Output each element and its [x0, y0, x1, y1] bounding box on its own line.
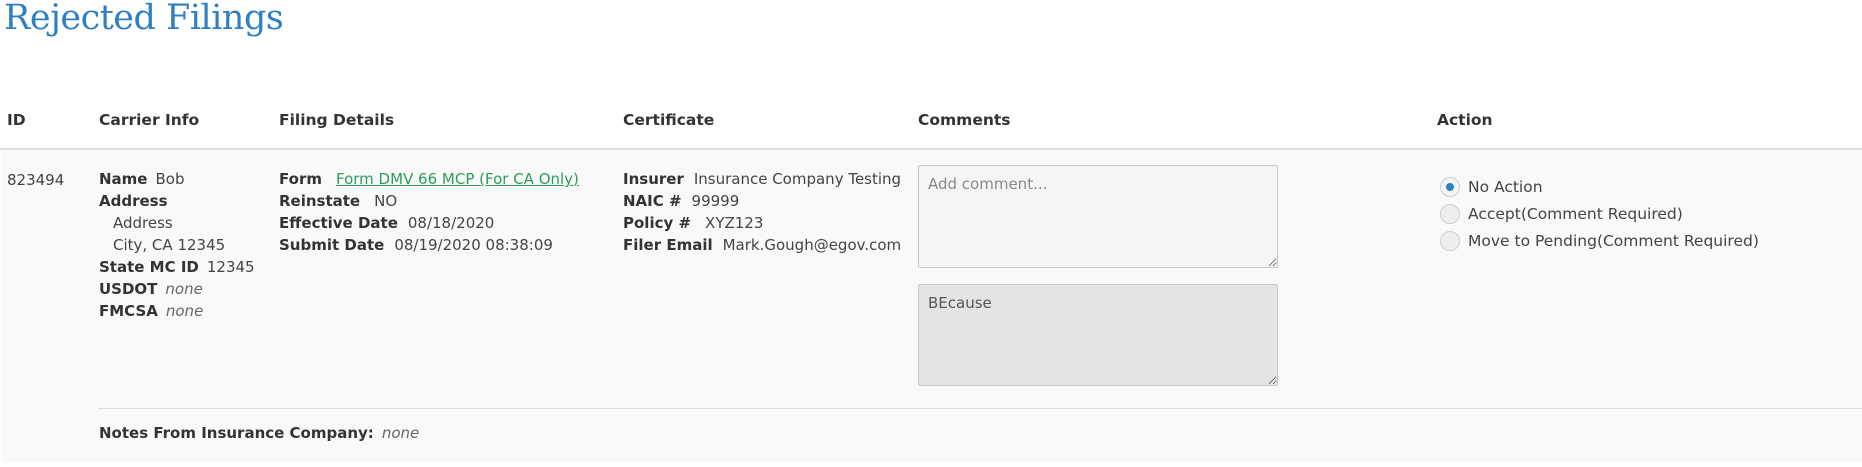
- effective-date-row: Effective Date 08/18/2020: [279, 212, 579, 234]
- action-option-label: Accept(Comment Required): [1468, 205, 1683, 223]
- notes-from-insurance-company: Notes From Insurance Company: none: [99, 422, 419, 444]
- filing-id: 823494: [7, 171, 65, 189]
- action-option-label: No Action: [1468, 178, 1543, 196]
- add-comment-textarea[interactable]: [918, 165, 1278, 268]
- carrier-fmcsa-value: none: [165, 302, 204, 320]
- naic-value: 99999: [691, 192, 740, 210]
- action-option-move-to-pending[interactable]: Move to Pending(Comment Required): [1440, 230, 1759, 252]
- submit-date-label: Submit Date: [279, 236, 385, 254]
- filer-email-label: Filer Email: [623, 236, 713, 254]
- action-option-no-action[interactable]: No Action: [1440, 176, 1543, 198]
- carrier-state-mc-id-label: State MC ID: [99, 258, 199, 276]
- column-header-filing-details: Filing Details: [279, 111, 395, 129]
- filer-email-row: Filer Email Mark.Gough@egov.com: [623, 234, 901, 256]
- reinstate-label: Reinstate: [279, 192, 361, 210]
- carrier-usdot-label: USDOT: [99, 280, 158, 298]
- carrier-name-value: Bob: [155, 170, 185, 188]
- reinstate-value: NO: [374, 192, 398, 210]
- submit-date-row: Submit Date 08/19/2020 08:38:09: [279, 234, 579, 256]
- page-title: Rejected Filings: [4, 0, 284, 38]
- certificate-info: Insurer Insurance Company Testing NAIC # 9…: [623, 168, 901, 256]
- table-row: 823494 Name Bob Address Address City, CA …: [2, 150, 1862, 462]
- notes-value: none: [381, 424, 420, 442]
- submit-date-value: 08/19/2020 08:38:09: [394, 236, 553, 254]
- column-header-comments: Comments: [918, 111, 1011, 129]
- reinstate-row: Reinstate NO: [279, 190, 579, 212]
- effective-date-label: Effective Date: [279, 214, 398, 232]
- carrier-info: Name Bob Address Address City, CA 12345 S…: [99, 168, 255, 322]
- radio-unselected-icon[interactable]: [1440, 204, 1460, 224]
- carrier-address-label-row: Address: [99, 190, 255, 212]
- carrier-name-label: Name: [99, 170, 148, 188]
- carrier-fmcsa-label: FMCSA: [99, 302, 158, 320]
- carrier-fmcsa-row: FMCSA none: [99, 300, 255, 322]
- naic-label: NAIC #: [623, 192, 682, 210]
- insurer-row: Insurer Insurance Company Testing: [623, 168, 901, 190]
- carrier-address-line2: City, CA 12345: [113, 236, 226, 254]
- insurer-value: Insurance Company Testing: [693, 170, 902, 188]
- column-header-certificate: Certificate: [623, 111, 715, 129]
- notes-label: Notes From Insurance Company:: [99, 424, 374, 442]
- carrier-name-row: Name Bob: [99, 168, 255, 190]
- policy-row: Policy # XYZ123: [623, 212, 901, 234]
- notes-divider: [98, 408, 1862, 409]
- effective-date-value: 08/18/2020: [407, 214, 495, 232]
- previous-comment-textarea[interactable]: BEcause: [918, 284, 1278, 386]
- radio-selected-icon[interactable]: [1440, 177, 1460, 197]
- insurer-label: Insurer: [623, 170, 684, 188]
- carrier-state-mc-id-value: 12345: [206, 258, 255, 276]
- policy-label: Policy #: [623, 214, 692, 232]
- column-header-action: Action: [1437, 111, 1493, 129]
- carrier-address-line1: Address: [113, 214, 173, 232]
- action-option-accept[interactable]: Accept(Comment Required): [1440, 203, 1683, 225]
- action-option-label: Move to Pending(Comment Required): [1468, 232, 1759, 250]
- carrier-usdot-value: none: [165, 280, 203, 298]
- carrier-address-label: Address: [99, 192, 168, 210]
- filing-details: Form Form DMV 66 MCP (For CA Only) Reinst…: [279, 168, 579, 256]
- form-row: Form Form DMV 66 MCP (For CA Only): [279, 168, 579, 190]
- column-header-carrier-info: Carrier Info: [99, 111, 200, 129]
- naic-row: NAIC # 99999: [623, 190, 901, 212]
- column-header-id: ID: [7, 111, 26, 129]
- carrier-state-mc-id-row: State MC ID 12345: [99, 256, 255, 278]
- policy-value: XYZ123: [705, 214, 764, 232]
- filer-email-value: Mark.Gough@egov.com: [722, 236, 902, 254]
- form-label: Form: [279, 170, 322, 188]
- carrier-usdot-row: USDOT none: [99, 278, 255, 300]
- form-link[interactable]: Form DMV 66 MCP (For CA Only): [336, 170, 579, 188]
- radio-unselected-icon[interactable]: [1440, 231, 1460, 251]
